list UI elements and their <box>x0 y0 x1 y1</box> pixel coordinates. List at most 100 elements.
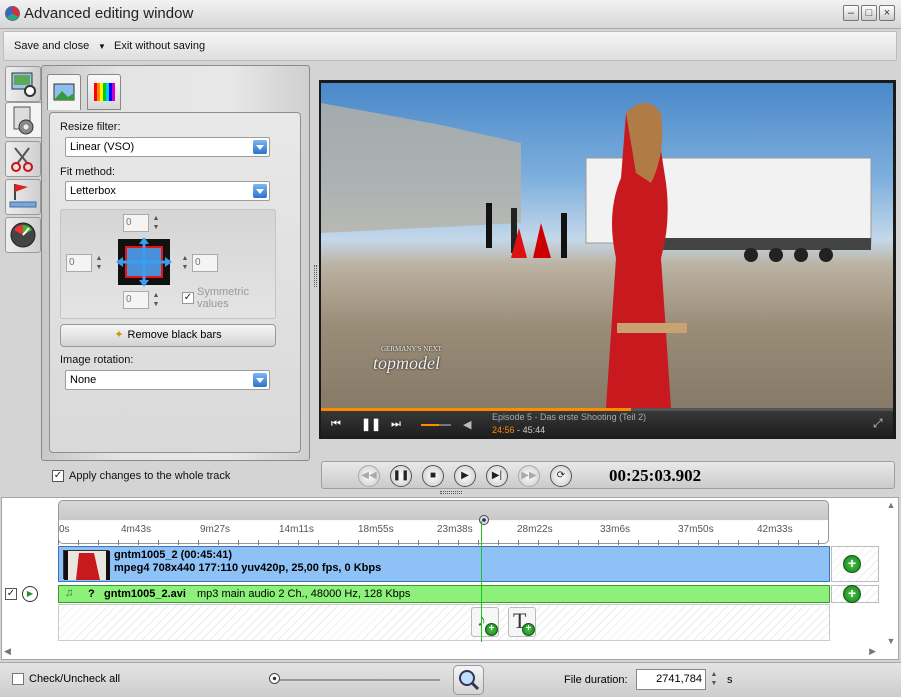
image-rotation-label: Image rotation: <box>60 354 134 366</box>
audio-track-clip[interactable]: ♫ ? gntm1005_2.avi mp3 main audio 2 Ch.,… <box>58 585 830 603</box>
tab-video-settings[interactable] <box>5 102 43 138</box>
zoom-fit-button[interactable] <box>453 665 484 695</box>
file-duration-input[interactable]: 2741,784 <box>636 669 706 690</box>
fullscreen-icon[interactable]: ⤢ <box>873 416 883 431</box>
speaker-icon[interactable]: ◀ <box>463 418 471 431</box>
crop-left-spinner[interactable]: ▲ ▼ <box>94 254 104 272</box>
crop-top-spinner[interactable]: ▲ ▼ <box>151 214 161 232</box>
tab-color-settings[interactable] <box>87 74 121 110</box>
maximize-button[interactable]: □ <box>861 5 877 21</box>
stop-button[interactable]: ■ <box>422 465 444 487</box>
apply-whole-track-checkbox[interactable]: ✓ <box>52 470 64 482</box>
tab-overview[interactable] <box>5 66 41 102</box>
music-note-icon: ♫ <box>65 587 74 599</box>
player-current-time: 24:56 <box>492 425 515 435</box>
add-text-track-button[interactable]: T + <box>508 607 536 637</box>
horizontal-splitter-handle[interactable] <box>440 491 462 494</box>
tab-image-settings[interactable] <box>47 74 81 110</box>
remove-black-bars-label: Remove black bars <box>127 329 222 341</box>
menu-bar: Save and close ▼ Exit without saving <box>3 31 897 61</box>
chevron-down-icon <box>253 373 267 387</box>
timecode-display: 00:25:03.902 <box>609 466 702 485</box>
file-duration-spinner[interactable]: ▲ ▼ <box>709 670 719 690</box>
ruler-tick-label: 33m6s <box>600 524 631 535</box>
video-track-clip[interactable]: gntm1005_2 (00:45:41) mpeg4 708x440 177:… <box>58 546 830 582</box>
next-frame-button[interactable]: ▶| <box>486 465 508 487</box>
close-button[interactable]: × <box>879 5 895 21</box>
check-all-label: Check/Uncheck all <box>29 673 121 685</box>
video-clip-name: gntm1005_2 (00:45:41) <box>114 549 233 561</box>
plus-icon: + <box>485 623 498 636</box>
pause-button[interactable]: ❚❚ <box>390 465 412 487</box>
fit-method-select[interactable]: Letterbox <box>65 181 270 201</box>
symmetric-values-checkbox[interactable]: ✓ <box>182 292 194 304</box>
save-and-close-button[interactable]: Save and close <box>14 40 89 52</box>
add-audio-button[interactable]: + <box>843 585 861 603</box>
video-frame[interactable]: GERMANY'S NEXT topmodel <box>321 83 893 408</box>
ruler-tick-label: 0s <box>59 524 70 535</box>
crop-top-input[interactable]: 0 <box>123 214 149 232</box>
add-video-button[interactable]: + <box>843 555 861 573</box>
status-bar: Check/Uncheck all File duration: 2741,78… <box>0 662 901 697</box>
timeline-horizontal-scrollbar[interactable]: ◀ ▶ <box>2 646 884 659</box>
crop-right-spinner[interactable]: ▲ ▼ <box>180 254 190 272</box>
audio-track-checkbox[interactable]: ✓ <box>5 588 17 600</box>
scissors-icon <box>11 147 33 172</box>
resize-filter-select[interactable]: Linear (VSO) <box>65 137 270 157</box>
picture-icon <box>53 83 75 101</box>
player-total-time: 45:44 <box>522 425 546 435</box>
tab-color-adjust[interactable] <box>5 217 41 253</box>
fast-forward-button[interactable]: ▶▶ <box>518 465 540 487</box>
player-time-separator: - <box>517 425 521 435</box>
dropdown-arrow-icon[interactable]: ▼ <box>98 42 106 51</box>
timeline-vertical-scrollbar[interactable]: ▲ ▼ <box>884 500 898 646</box>
skip-forward-icon[interactable]: ⏭ <box>391 418 401 431</box>
panel-splitter-handle[interactable] <box>314 265 317 287</box>
crop-bottom-input[interactable]: 0 <box>123 291 149 309</box>
tab-chapters[interactable] <box>5 179 41 215</box>
player-time: 24:56 - 45:44 <box>492 425 545 435</box>
tab-cut[interactable] <box>5 141 41 177</box>
add-track-area <box>58 604 830 641</box>
image-rotation-select[interactable]: None <box>65 370 270 390</box>
scroll-up-icon[interactable]: ▲ <box>884 500 898 510</box>
volume-level <box>421 424 439 426</box>
audio-play-icon[interactable]: ▶ <box>22 586 38 602</box>
logo-line2: topmodel <box>373 353 440 373</box>
zoom-slider[interactable] <box>270 679 440 681</box>
play-button[interactable]: ▶ <box>454 465 476 487</box>
crop-left-input[interactable]: 0 <box>66 254 92 272</box>
plus-icon: + <box>522 623 535 636</box>
crop-bottom-spinner[interactable]: ▲ ▼ <box>151 291 161 309</box>
scroll-right-icon[interactable]: ▶ <box>869 646 876 657</box>
show-logo: GERMANY'S NEXT topmodel <box>373 345 442 374</box>
check-all-checkbox[interactable] <box>12 673 24 685</box>
minimize-button[interactable]: – <box>843 5 859 21</box>
magnifier-icon <box>459 670 480 691</box>
audio-status-flag: ? <box>88 588 95 600</box>
audio-clip-name: gntm1005_2.avi <box>104 588 186 600</box>
clip-thumbnail <box>63 550 110 580</box>
scroll-left-icon[interactable]: ◀ <box>4 646 11 657</box>
ruler-tick-label: 9m27s <box>200 524 231 535</box>
loop-button[interactable]: ⟳ <box>550 465 572 487</box>
pause-icon[interactable]: ❚❚ <box>361 417 381 431</box>
exit-without-saving-button[interactable]: Exit without saving <box>114 40 205 52</box>
crop-right-input[interactable]: 0 <box>192 254 218 272</box>
crop-preview-icon <box>114 235 174 289</box>
zoom-slider-thumb[interactable] <box>269 673 280 684</box>
skip-back-icon[interactable]: ⏮ <box>331 418 341 431</box>
scroll-down-icon[interactable]: ▼ <box>884 636 898 646</box>
add-audio-track-button[interactable]: ♪ + <box>471 607 499 637</box>
monitor-search-icon <box>11 72 36 97</box>
timeline-ruler[interactable] <box>58 500 829 544</box>
symmetric-values-label: Symmetric values <box>197 286 249 310</box>
gauge-icon <box>10 222 36 248</box>
rewind-button[interactable]: ◀◀ <box>358 465 380 487</box>
resize-filter-label: Resize filter: <box>60 121 121 133</box>
ruler-tick-label: 42m33s <box>757 524 793 535</box>
app-icon <box>5 6 20 21</box>
ruler-tick-label: 23m38s <box>437 524 473 535</box>
remove-black-bars-button[interactable]: ✦ Remove black bars <box>60 324 276 347</box>
ruler-tick-label: 28m22s <box>517 524 553 535</box>
